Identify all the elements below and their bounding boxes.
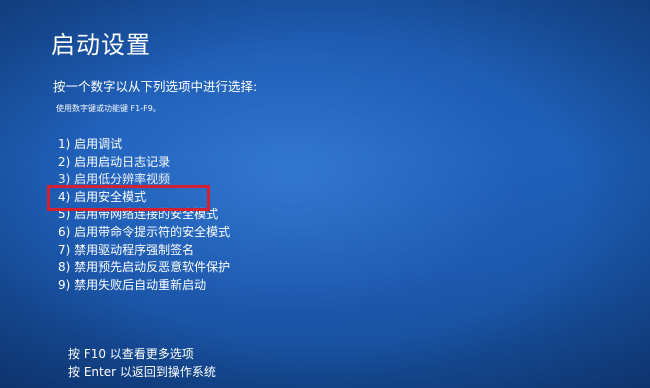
- option-label: 禁用预先启动反恶意软件保护: [74, 260, 231, 275]
- option-label: 禁用失败后自动重新启动: [74, 277, 207, 292]
- option-number: 7): [58, 242, 71, 257]
- option-disable-automatic-restart[interactable]: 9) 禁用失败后自动重新启动: [58, 277, 230, 295]
- startup-options-list: 1) 启用调试 2) 启用启动日志记录 3) 启用低分辨率视频 4) 启用安全模…: [58, 136, 230, 294]
- option-label: 启用带命令提示符的安全模式: [74, 224, 231, 239]
- option-enable-debugging[interactable]: 1) 启用调试: [58, 136, 230, 154]
- option-number: 2): [58, 154, 71, 169]
- footer-return-to-os: 按 Enter 以返回到操作系统: [68, 365, 216, 379]
- option-label: 启用启动日志记录: [74, 154, 171, 169]
- option-number: 6): [58, 224, 71, 239]
- option-number: 8): [58, 260, 71, 275]
- option-number: 1): [58, 137, 71, 151]
- safe-mode-highlight-box: [47, 185, 210, 211]
- option-enable-safe-mode-with-command-prompt[interactable]: 6) 启用带命令提示符的安全模式: [58, 224, 230, 242]
- footer-instructions: 按 F10 以查看更多选项 按 Enter 以返回到操作系统: [68, 345, 216, 381]
- option-label: 启用调试: [74, 137, 123, 151]
- footer-more-options: 按 F10 以查看更多选项: [68, 347, 194, 361]
- page-title: 启动设置: [51, 31, 151, 59]
- option-enable-boot-logging[interactable]: 2) 启用启动日志记录: [58, 154, 230, 172]
- option-disable-early-launch-anti-malware[interactable]: 8) 禁用预先启动反恶意软件保护: [58, 259, 230, 277]
- option-label: 禁用驱动程序强制签名: [74, 242, 195, 257]
- option-number: 9): [58, 277, 71, 292]
- instruction-text: 按一个数字以从下列选项中进行选择:: [53, 79, 258, 94]
- hint-text: 使用数字键或功能键 F1-F9。: [56, 104, 161, 113]
- option-disable-driver-signature-enforcement[interactable]: 7) 禁用驱动程序强制签名: [58, 242, 230, 260]
